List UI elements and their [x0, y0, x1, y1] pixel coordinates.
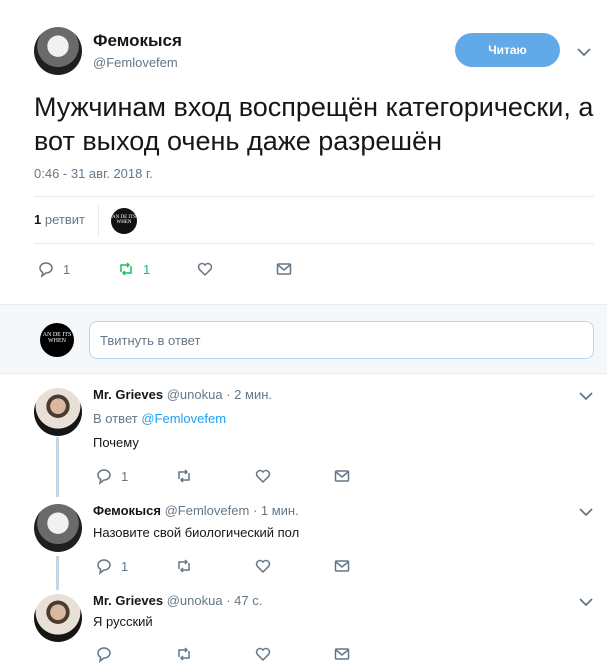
heart-icon: [255, 559, 271, 574]
reply-text: Назовите свой биологический пол: [93, 525, 300, 540]
reply-author-name[interactable]: Mr. Grieves: [93, 387, 163, 402]
reply-author-avatar[interactable]: [34, 594, 82, 642]
reply-author-name[interactable]: Фемокыся: [93, 503, 161, 518]
stats-divider: [98, 205, 99, 237]
author-handle[interactable]: @Femlovefem: [93, 55, 178, 70]
retweet-stat[interactable]: 1 ретвит: [34, 212, 85, 227]
reply-author-name[interactable]: Mr. Grieves: [93, 593, 163, 608]
direct-message-action[interactable]: [333, 465, 351, 487]
reply-to-handle[interactable]: @Femlovefem: [141, 411, 226, 426]
chevron-down-icon[interactable]: [575, 43, 593, 61]
retweet-action[interactable]: [175, 465, 193, 487]
following-button[interactable]: Читаю: [455, 33, 560, 67]
retweet-icon: [178, 469, 190, 483]
reply-count: 1: [121, 558, 129, 574]
tweet-timestamp[interactable]: 0:46 - 31 авг. 2018 г.: [34, 166, 153, 181]
direct-message-action[interactable]: [333, 555, 351, 577]
reply-author-avatar[interactable]: [34, 388, 82, 436]
envelope-icon: [334, 648, 350, 660]
chevron-down-icon[interactable]: [577, 503, 595, 521]
reply-author-handle[interactable]: @unokua: [167, 593, 223, 608]
reply-author-line: Фемокыся @Femlovefem · 1 мин.: [93, 503, 299, 518]
retweet-action[interactable]: [175, 555, 193, 577]
retweet-icon: [120, 262, 132, 276]
reply-icon: [97, 647, 111, 663]
retweeter-avatar-logo: AN DE ITS WHEN: [112, 215, 136, 225]
envelope-icon: [334, 470, 350, 482]
retweet-action[interactable]: [175, 643, 193, 665]
thread-connector: [56, 437, 59, 497]
reply-count: 1: [63, 261, 71, 277]
reply-author-line: Mr. Grieves @unokua · 2 мин.: [93, 387, 272, 402]
reply-icon: [97, 469, 111, 485]
reply-count: 1: [121, 468, 129, 484]
reply-time[interactable]: · 47 с.: [226, 593, 262, 608]
reply-action-bar: 1: [95, 555, 575, 579]
retweet-icon: [178, 647, 190, 661]
like-action[interactable]: [254, 465, 272, 487]
envelope-icon: [334, 560, 350, 572]
tweet-header: Фемокыся @Femlovefem Читаю: [0, 0, 607, 90]
current-user-avatar-logo: AN DE ITS WHEN: [42, 332, 72, 344]
chevron-down-icon[interactable]: [577, 387, 595, 405]
chevron-down-icon[interactable]: [577, 593, 595, 611]
heart-icon: [255, 647, 271, 662]
direct-message-action[interactable]: [275, 258, 293, 280]
heart-icon: [255, 469, 271, 484]
like-action[interactable]: [196, 258, 214, 280]
reply-time[interactable]: · 2 мин.: [226, 387, 272, 402]
reply-to-prefix: В ответ: [93, 411, 138, 426]
tweet-text: Мужчинам вход воспрещён категорически, а…: [34, 92, 594, 156]
reply-text: Почему: [93, 435, 139, 450]
heart-icon: [197, 262, 213, 277]
reply-author-line: Mr. Grieves @unokua · 47 с.: [93, 593, 262, 608]
tweet-stats: 1 ретвит AN DE ITS WHEN: [34, 196, 594, 244]
reply-action[interactable]: 1: [95, 465, 128, 487]
like-action[interactable]: [254, 555, 272, 577]
reply-action[interactable]: [95, 643, 121, 665]
direct-message-action[interactable]: [333, 643, 351, 665]
retweet-stat-label: ретвит: [44, 212, 85, 227]
author-name[interactable]: Фемокыся: [93, 31, 182, 51]
reply-compose: AN DE ITS WHEN Твитнуть в ответ: [0, 304, 607, 374]
retweet-icon: [178, 559, 190, 573]
reply-author-handle[interactable]: @Femlovefem: [165, 503, 250, 518]
retweeter-avatar[interactable]: AN DE ITS WHEN: [111, 208, 137, 234]
reply-action[interactable]: 1: [95, 555, 128, 577]
reply-author-avatar[interactable]: [34, 504, 82, 552]
reply-action-bar: 1: [95, 465, 575, 489]
author-avatar[interactable]: [34, 27, 82, 75]
thread-connector: [56, 556, 59, 590]
current-user-avatar: AN DE ITS WHEN: [40, 323, 74, 357]
like-action[interactable]: [254, 643, 272, 665]
retweet-stat-count: 1: [34, 212, 42, 227]
reply-action-bar: [95, 643, 575, 667]
reply-time[interactable]: · 1 мин.: [253, 503, 299, 518]
reply-input[interactable]: Твитнуть в ответ: [89, 321, 594, 359]
reply-to-line: В ответ @Femlovefem: [93, 411, 226, 426]
envelope-icon: [276, 263, 292, 275]
reply-text: Я русский: [93, 614, 153, 629]
reply-icon: [97, 559, 111, 575]
retweet-count: 1: [143, 261, 151, 277]
reply-action[interactable]: 1: [37, 258, 70, 280]
reply-author-handle[interactable]: @unokua: [167, 387, 223, 402]
retweet-action[interactable]: 1: [117, 258, 150, 280]
main-action-bar: 1 1: [37, 258, 597, 282]
reply-icon: [39, 262, 53, 278]
